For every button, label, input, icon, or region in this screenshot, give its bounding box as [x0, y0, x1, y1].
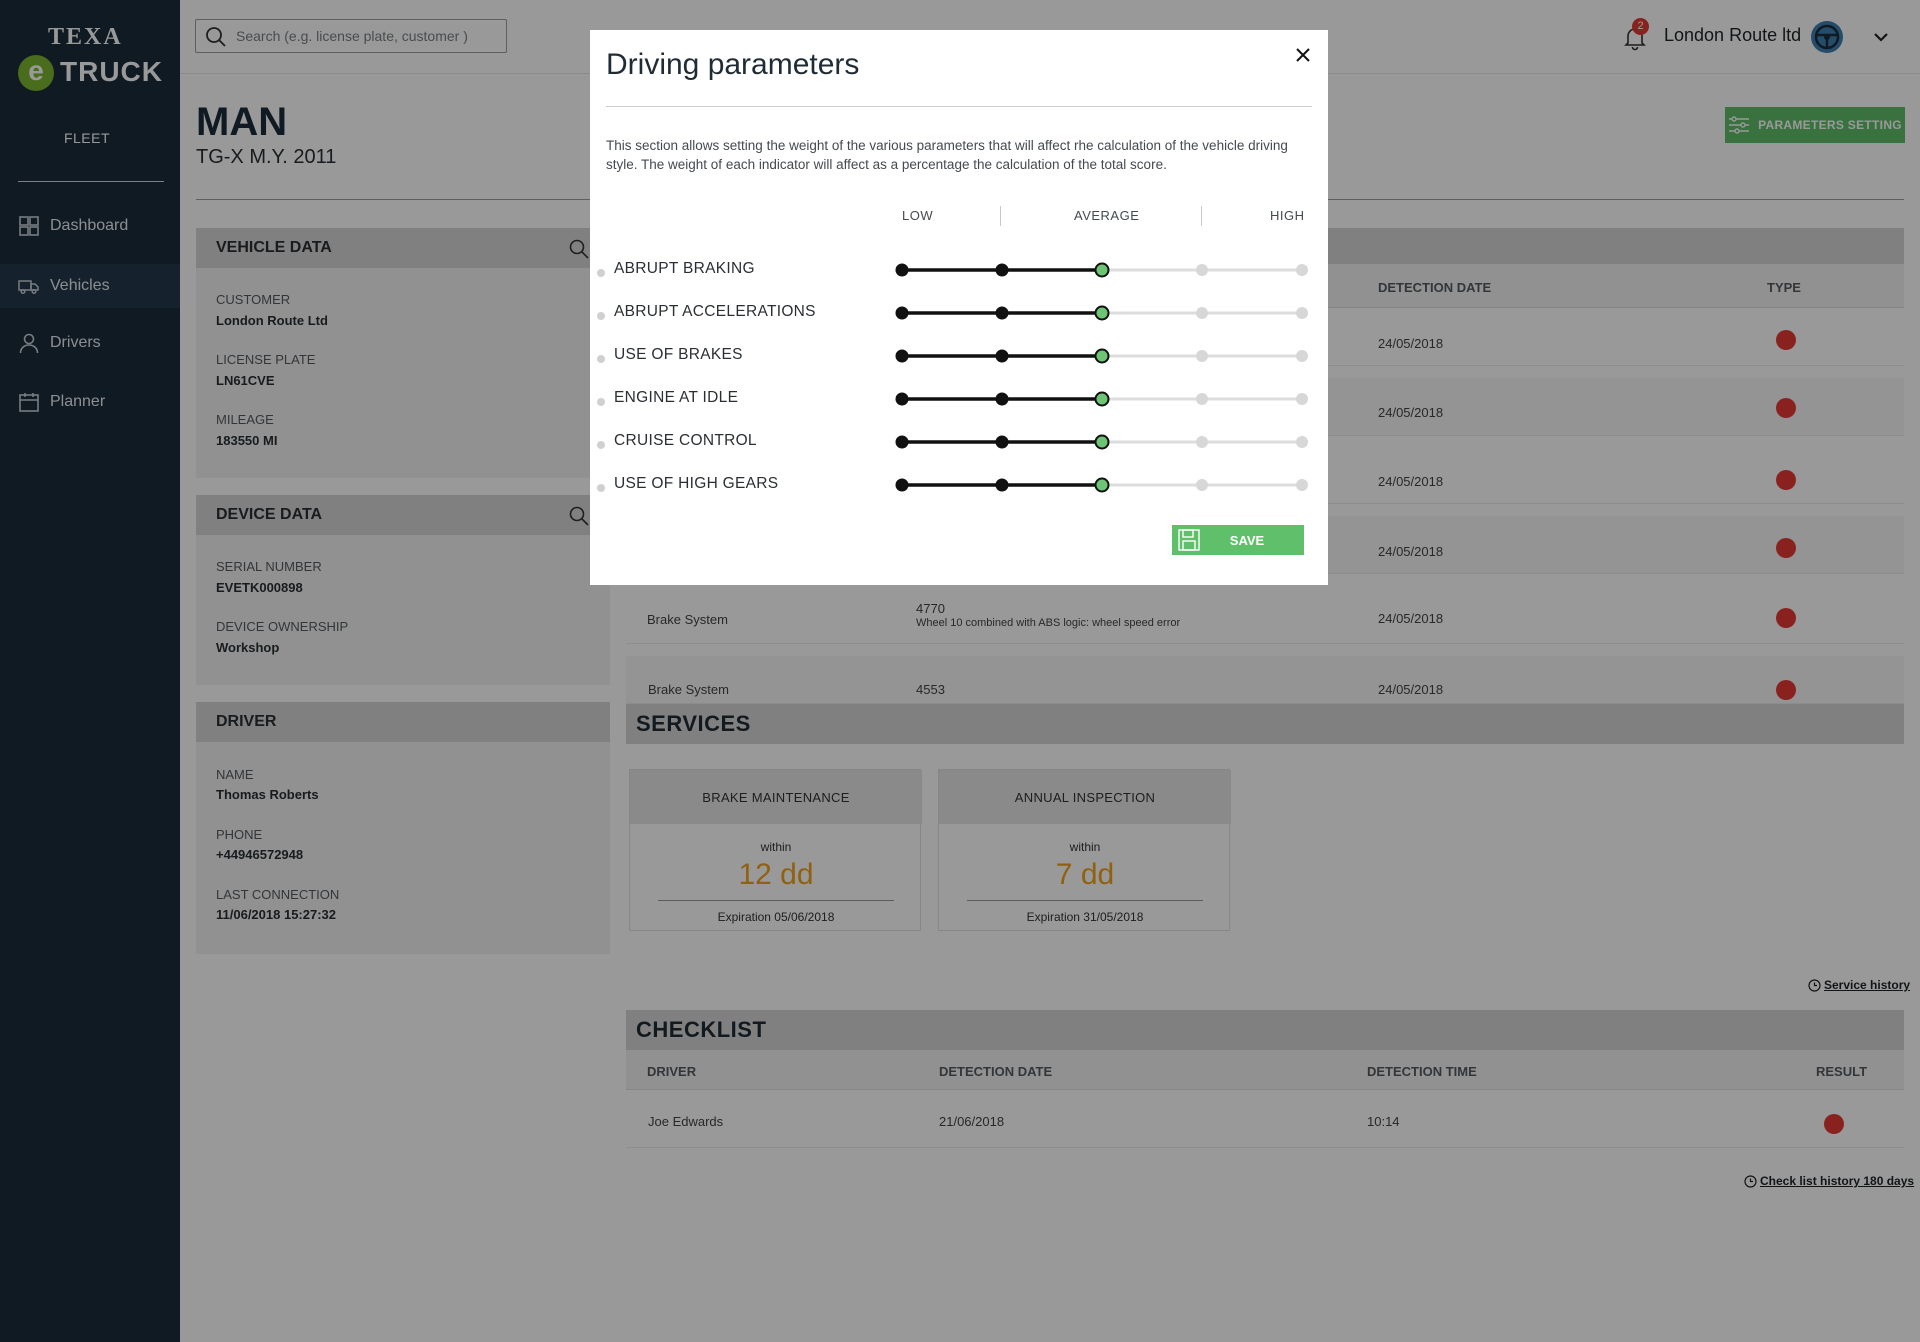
slider-step-active [895, 263, 909, 277]
slider-step-active [995, 435, 1009, 449]
slider-step-inactive [1296, 436, 1308, 448]
slider-step-inactive [1296, 479, 1308, 491]
slider-step-inactive [1296, 393, 1308, 405]
save-button[interactable]: SAVE [1172, 525, 1304, 555]
parameter-bullet [597, 441, 605, 449]
slider-step-active [895, 435, 909, 449]
slider-handle [1094, 348, 1110, 364]
slider-handle [1094, 434, 1110, 450]
slider-step-active [895, 349, 909, 363]
slider-step-inactive [1296, 307, 1308, 319]
slider-step-active [995, 392, 1009, 406]
parameter-label: ABRUPT ACCELERATIONS [614, 303, 816, 320]
slider-step-inactive [1296, 264, 1308, 276]
driving-parameters-dialog: Driving parameters This section allows s… [590, 30, 1328, 585]
save-label: SAVE [1229, 532, 1265, 548]
slider-step-inactive [1196, 307, 1208, 319]
slider-step-active [895, 392, 909, 406]
dialog-divider [606, 106, 1312, 107]
slider-step-active [995, 478, 1009, 492]
parameter-slider[interactable] [890, 258, 1320, 282]
parameter-label: USE OF BRAKES [614, 346, 743, 363]
slider-step-inactive [1196, 436, 1208, 448]
scale-separator [1000, 206, 1001, 226]
slider-step-active [895, 478, 909, 492]
slider-handle [1094, 477, 1110, 493]
slider-step-inactive [1196, 393, 1208, 405]
dialog-description: This section allows setting the weight o… [606, 138, 1288, 172]
close-icon[interactable] [1290, 42, 1316, 68]
parameter-label: USE OF HIGH GEARS [614, 475, 779, 492]
scale-low-label: LOW [902, 208, 934, 223]
parameter-slider[interactable] [890, 301, 1320, 325]
parameter-bullet [597, 398, 605, 406]
slider-handle [1094, 262, 1110, 278]
parameter-slider[interactable] [890, 344, 1320, 368]
parameter-bullet [597, 312, 605, 320]
parameter-label: CRUISE CONTROL [614, 432, 757, 449]
parameter-slider[interactable] [890, 473, 1320, 497]
parameter-slider[interactable] [890, 387, 1320, 411]
scale-separator [1201, 206, 1202, 226]
slider-step-inactive [1196, 264, 1208, 276]
slider-step-active [995, 306, 1009, 320]
slider-step-inactive [1296, 350, 1308, 362]
parameter-label: ENGINE AT IDLE [614, 389, 739, 406]
slider-step-inactive [1196, 479, 1208, 491]
parameter-bullet [597, 355, 605, 363]
slider-step-active [995, 349, 1009, 363]
slider-step-active [995, 263, 1009, 277]
slider-step-active [895, 306, 909, 320]
dialog-title: Driving parameters [606, 48, 860, 81]
parameter-label: ABRUPT BRAKING [614, 260, 755, 277]
parameter-slider[interactable] [890, 430, 1320, 454]
scale-high-label: HIGH [1270, 208, 1305, 223]
parameter-bullet [597, 269, 605, 277]
parameter-bullet [597, 484, 605, 492]
slider-handle [1094, 305, 1110, 321]
slider-handle [1094, 391, 1110, 407]
slider-step-inactive [1196, 350, 1208, 362]
scale-average-label: AVERAGE [1074, 208, 1140, 223]
